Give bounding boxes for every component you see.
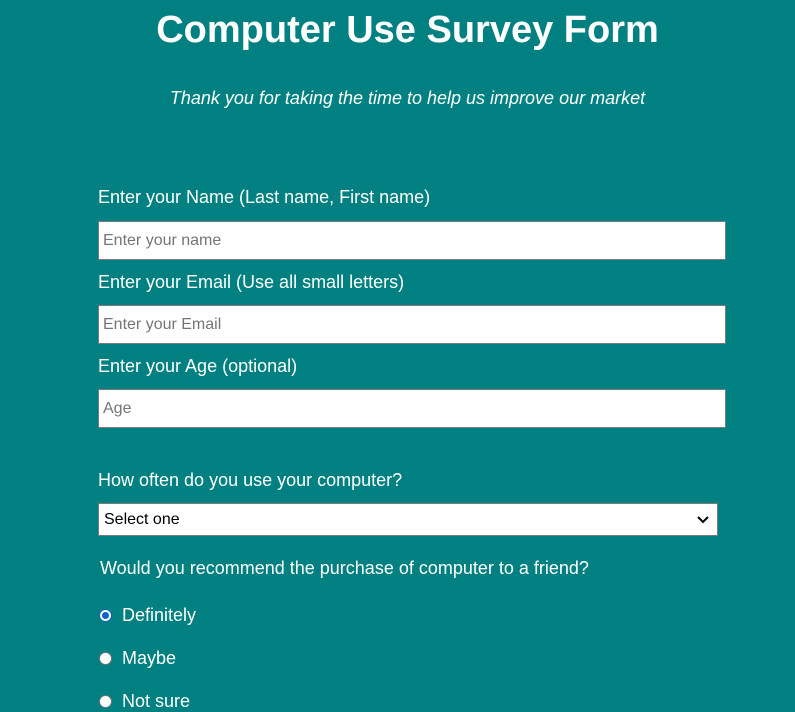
radio-button-checked[interactable] xyxy=(99,608,112,622)
page-description: Thank you for taking the time to help us… xyxy=(169,88,646,108)
email-input[interactable] xyxy=(98,305,726,344)
age-label: Enter your Age (optional) xyxy=(98,356,298,376)
recommend-label: Would you recommend the purchase of comp… xyxy=(100,558,589,578)
page-title: Computer Use Survey Form xyxy=(156,9,659,51)
frequency-dropdown[interactable]: Select one xyxy=(98,503,718,536)
radio-label-definitely: Definitely xyxy=(122,605,197,625)
name-label: Enter your Name (Last name, First name) xyxy=(98,187,431,207)
radio-button[interactable] xyxy=(99,651,112,665)
radio-button[interactable] xyxy=(99,694,112,708)
radio-label-maybe: Maybe xyxy=(122,648,177,668)
frequency-selected-value: Select one xyxy=(104,510,180,528)
survey-page: Computer Use Survey Form Thank you for t… xyxy=(0,0,795,712)
frequency-label: How often do you use your computer? xyxy=(98,470,403,490)
email-label: Enter your Email (Use all small letters) xyxy=(98,272,405,292)
radio-label-not-sure: Not sure xyxy=(122,691,191,711)
age-input[interactable] xyxy=(98,389,726,428)
chevron-down-icon xyxy=(693,510,713,530)
radio-option-definitely[interactable]: Definitely xyxy=(98,604,196,626)
name-input[interactable] xyxy=(98,221,726,260)
radio-option-not-sure[interactable]: Not sure xyxy=(98,690,190,712)
radio-option-maybe[interactable]: Maybe xyxy=(98,647,176,669)
